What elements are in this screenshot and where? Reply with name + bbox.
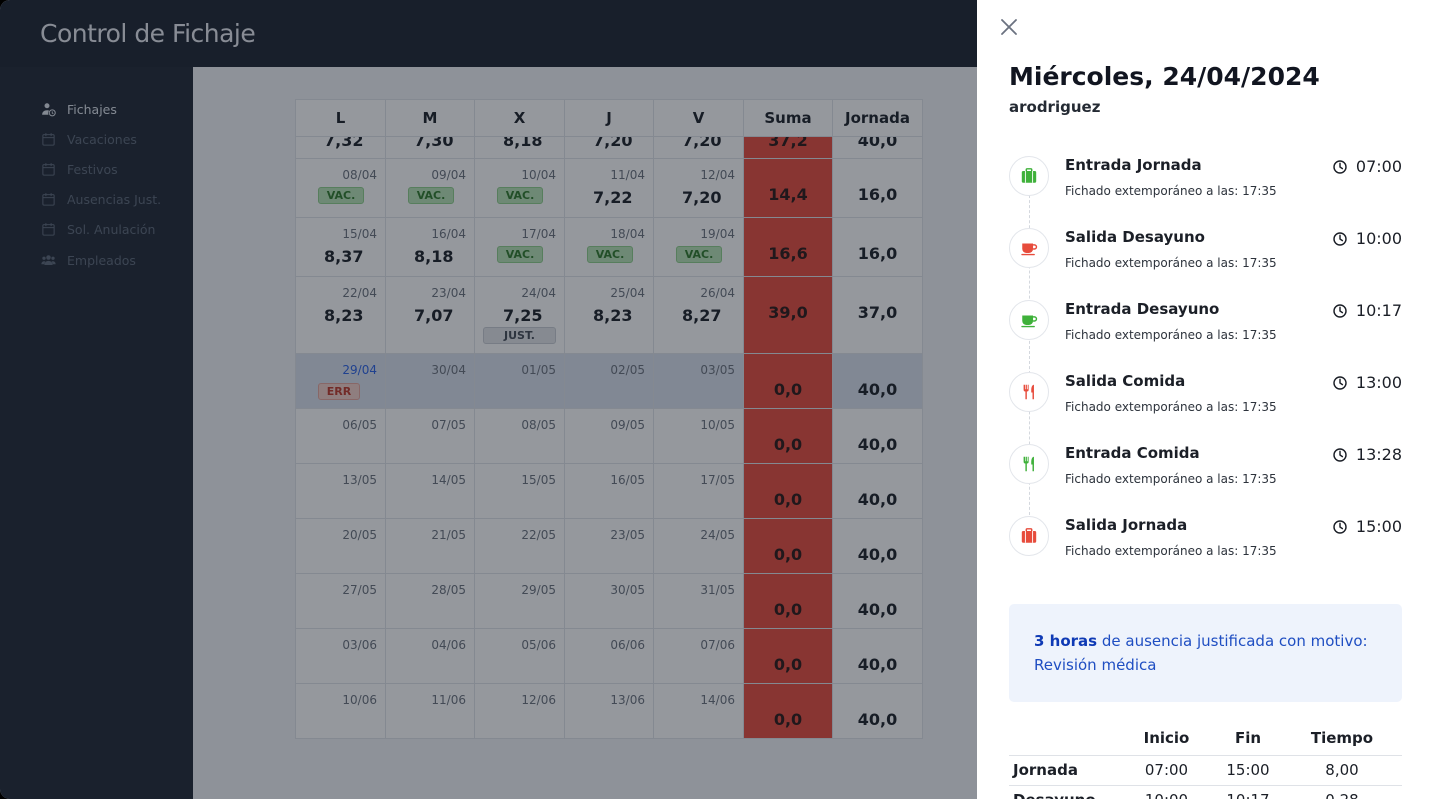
- event-note: Fichado extemporáneo a las: 17:35: [1065, 256, 1277, 270]
- event-time-value: 13:00: [1355, 373, 1402, 392]
- briefcase-icon: [1009, 516, 1049, 556]
- panel-title: Miércoles, 24/04/2024: [1009, 62, 1320, 91]
- summary-cell: 0,28: [1282, 784, 1402, 799]
- panel-user: arodriguez: [1009, 98, 1101, 116]
- timeline-event: Entrada Comida Fichado extemporáneo a las…: [1009, 444, 1402, 494]
- summary-cell: 10:17: [1214, 784, 1282, 799]
- summary-header: Tiempo: [1310, 729, 1374, 748]
- utensils-icon: [1009, 372, 1049, 412]
- timeline-event: Salida Comida Fichado extemporáneo a las:…: [1009, 372, 1402, 422]
- timeline-event: Salida Desayuno Fichado extemporáneo a la…: [1009, 228, 1402, 278]
- summary-table: InicioFinTiempo Jornada07:0015:008,00Des…: [1009, 722, 1402, 799]
- summary-header: Inicio: [1143, 729, 1190, 748]
- event-time-value: 13:28: [1355, 445, 1402, 464]
- timeline-event: Entrada Jornada Fichado extemporáneo a la…: [1009, 156, 1402, 206]
- coffee-icon: [1021, 243, 1038, 256]
- event-time: 15:00: [1332, 517, 1402, 536]
- clock-icon: [1333, 447, 1347, 462]
- absence-reason: Revisión médica: [1034, 656, 1157, 674]
- clock-icon: [1333, 375, 1347, 390]
- close-icon[interactable]: [997, 15, 1021, 39]
- event-note: Fichado extemporáneo a las: 17:35: [1065, 472, 1277, 486]
- absence-text: de ausencia justificada con motivo:: [1097, 632, 1368, 650]
- absence-info-box: 3 horas de ausencia justificada con moti…: [1009, 604, 1402, 702]
- clock-icon: [1333, 303, 1347, 318]
- coffee-icon: [1009, 228, 1049, 268]
- clock-icon: [1333, 519, 1347, 534]
- coffee-icon: [1009, 300, 1049, 340]
- event-note: Fichado extemporáneo a las: 17:35: [1065, 400, 1277, 414]
- event-time-value: 15:00: [1355, 517, 1402, 536]
- timeline-event: Salida Jornada Fichado extemporáneo a las…: [1009, 516, 1402, 566]
- event-name: Entrada Comida: [1065, 444, 1200, 462]
- event-time: 13:28: [1332, 445, 1402, 464]
- event-time: 10:00: [1332, 229, 1402, 248]
- event-note: Fichado extemporáneo a las: 17:35: [1065, 184, 1277, 198]
- event-name: Salida Desayuno: [1065, 228, 1205, 246]
- utensils-icon: [1009, 444, 1049, 484]
- event-name: Salida Comida: [1065, 372, 1186, 390]
- event-time-value: 07:00: [1355, 157, 1402, 176]
- event-time-value: 10:00: [1355, 229, 1402, 248]
- coffee-icon: [1021, 315, 1038, 328]
- event-time: 13:00: [1332, 373, 1402, 392]
- event-name: Entrada Desayuno: [1065, 300, 1220, 318]
- utensils-icon: [1023, 384, 1034, 400]
- summary-cell: 07:00: [1119, 754, 1214, 785]
- modal-backdrop[interactable]: [0, 0, 977, 799]
- clock-icon: [1333, 231, 1347, 246]
- summary-header: [1009, 722, 1119, 755]
- absence-hours: 3 horas: [1034, 632, 1098, 650]
- summary-cell: 8,00: [1282, 754, 1402, 785]
- event-note: Fichado extemporáneo a las: 17:35: [1065, 544, 1277, 558]
- summary-header: Fin: [1234, 729, 1262, 748]
- summary-row: Jornada 07:00 15:00 8,00: [1009, 754, 1402, 785]
- summary-cell: 15:00: [1214, 754, 1282, 785]
- event-time: 10:17: [1332, 301, 1402, 320]
- briefcase-icon: [1021, 528, 1037, 543]
- event-note: Fichado extemporáneo a las: 17:35: [1065, 328, 1277, 342]
- summary-row-label: Desayuno: [1009, 784, 1119, 799]
- event-name: Entrada Jornada: [1065, 156, 1202, 174]
- utensils-icon: [1023, 456, 1034, 472]
- briefcase-icon: [1009, 156, 1049, 196]
- timeline-event: Entrada Desayuno Fichado extemporáneo a l…: [1009, 300, 1402, 350]
- event-time-value: 10:17: [1355, 301, 1402, 320]
- event-time: 07:00: [1332, 157, 1402, 176]
- event-name: Salida Jornada: [1065, 516, 1188, 534]
- summary-row: Desayuno10:0010:170,28: [1009, 784, 1402, 799]
- briefcase-icon: [1021, 168, 1037, 183]
- summary-cell: 10:00: [1119, 784, 1214, 799]
- clock-icon: [1333, 159, 1347, 174]
- summary-row-label: Jornada: [1009, 754, 1119, 785]
